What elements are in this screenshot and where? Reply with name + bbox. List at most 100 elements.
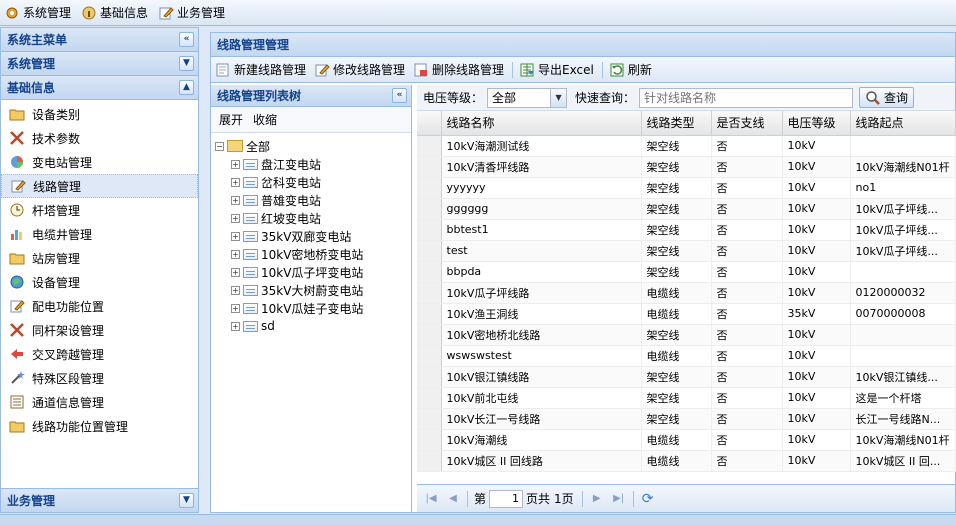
table-row[interactable]: 10kV清香坪线路 架空线否 10kV 10kV海潮线N01杆 <box>417 156 956 178</box>
delete-line-button[interactable]: 删除线路管理 <box>413 61 504 78</box>
export-excel-button[interactable]: 导出Excel <box>519 61 594 78</box>
table-row[interactable]: yyyyyy 架空线否 10kV no1 <box>417 177 956 199</box>
cell-is-branch: 否 <box>711 429 783 451</box>
sidebar-item-crossing[interactable]: 交叉跨越管理 <box>1 342 198 366</box>
sidebar-item-distribution-location[interactable]: 配电功能位置 <box>1 294 198 318</box>
chevron-down-icon[interactable]: ▼ <box>179 56 194 71</box>
cell-line-name: 10kV银江镇线路 <box>441 366 642 388</box>
table-row[interactable]: bbpda 架空线否 10kV <box>417 261 956 283</box>
collapse-tree-button[interactable]: « <box>392 88 407 103</box>
sidebar-basic-header[interactable]: 基础信息 ▲ <box>1 76 198 100</box>
cell-start-point: 10kV海潮线N01杆 <box>850 429 956 451</box>
tree-node-label: 35kV大树蔚变电站 <box>261 283 364 298</box>
table-row[interactable]: 10kV海潮线 电缆线否 10kV 10kV海潮线N01杆 <box>417 429 956 451</box>
column-header-start-point[interactable]: 线路起点 <box>850 111 956 136</box>
sidebar-item-special-section[interactable]: 特殊区段管理 <box>1 366 198 390</box>
column-header-line-name[interactable]: 线路名称 <box>441 111 642 136</box>
page-number-input[interactable] <box>489 489 524 508</box>
next-page-icon[interactable]: ▶ <box>589 491 605 507</box>
prev-page-icon[interactable]: ◀ <box>445 491 461 507</box>
search-bar: 电压等级： 全部 ▼ 快速查询： 查询 <box>417 85 955 111</box>
table-row[interactable]: wswswstest 电缆线否 10kV <box>417 345 956 367</box>
tree-node[interactable]: + 盘江变电站 <box>215 155 411 173</box>
tree-expand-toggle[interactable]: + <box>231 249 240 259</box>
sidebar-system-header[interactable]: 系统管理 ▼ <box>1 52 198 76</box>
tree-expand-toggle[interactable]: + <box>231 159 240 169</box>
tree-collapse-toggle[interactable]: − <box>215 141 224 151</box>
voltage-select[interactable]: 全部 ▼ <box>487 87 568 108</box>
tree-node[interactable]: + 岔科变电站 <box>215 173 411 191</box>
first-page-icon[interactable]: |◀ <box>423 491 439 507</box>
tree-header: 线路管理列表树 « <box>211 85 411 107</box>
chevron-down-icon[interactable]: ▼ <box>550 88 567 107</box>
table-row[interactable]: 10kV城区 II 回线路 电缆线否 10kV 10kV城区 II 回... <box>417 450 956 472</box>
cell-voltage: 10kV <box>782 198 851 220</box>
search-button-label: 查询 <box>884 91 909 105</box>
tree-expand-toggle[interactable]: + <box>231 285 240 295</box>
tree-expand-toggle[interactable]: + <box>231 267 240 277</box>
top-menu-bar: 系统管理 基础信息 业务管理 <box>0 0 956 26</box>
sidebar-item-label: 变电站管理 <box>32 155 93 170</box>
column-header-is-branch[interactable]: 是否支线 <box>711 111 783 136</box>
search-button[interactable]: 查询 <box>859 87 915 108</box>
cell-start-point: 10kV瓜子坪线... <box>850 240 956 262</box>
tree-expand-toggle[interactable]: + <box>231 177 240 187</box>
chevron-up-icon[interactable]: ▲ <box>179 80 194 95</box>
tree-expand-toggle[interactable]: + <box>231 321 240 331</box>
collapse-all-button[interactable]: 收缩 <box>253 111 277 128</box>
tree-expand-toggle[interactable]: + <box>231 195 240 205</box>
sidebar-item-line[interactable]: 线路管理 <box>1 174 198 198</box>
tree-node[interactable]: + 普雄变电站 <box>215 191 411 209</box>
sidebar-item-device-category[interactable]: 设备类别 <box>1 102 198 126</box>
tree-node[interactable]: + 红坡变电站 <box>215 209 411 227</box>
sidebar-item-tech-params[interactable]: 技术参数 <box>1 126 198 150</box>
table-row[interactable]: 10kV瓜子坪线路 电缆线否 10kV 0120000032 <box>417 282 956 304</box>
column-header-line-type[interactable]: 线路类型 <box>641 111 712 136</box>
node-list-icon <box>243 212 258 224</box>
table-row[interactable]: bbtest1 架空线否 10kV 10kV瓜子坪线... <box>417 219 956 241</box>
tree-node[interactable]: +35kV大树蔚变电站 <box>215 281 411 299</box>
tree-node[interactable]: +10kV密地桥变电站 <box>215 245 411 263</box>
tree-node[interactable]: + sd <box>215 317 411 335</box>
expand-all-button[interactable]: 展开 <box>219 111 243 128</box>
table-row[interactable]: 10kV银江镇线路 架空线否 10kV 10kV银江镇线... <box>417 366 956 388</box>
sidebar-item-channel-info[interactable]: 通道信息管理 <box>1 390 198 414</box>
table-row[interactable]: gggggg 架空线否 10kV 10kV瓜子坪线... <box>417 198 956 220</box>
tree-expand-toggle[interactable]: + <box>231 303 240 313</box>
table-row[interactable]: 10kV前北屯线 架空线否 10kV 这是一个杆塔 <box>417 387 956 409</box>
table-row[interactable]: 10kV海潮测试线 架空线否 10kV <box>417 135 956 157</box>
sidebar-item-device[interactable]: 设备管理 <box>1 270 198 294</box>
tree-expand-toggle[interactable]: + <box>231 213 240 223</box>
cell-voltage: 10kV <box>782 177 851 199</box>
sidebar-item-same-pole[interactable]: 同杆架设管理 <box>1 318 198 342</box>
column-header-voltage[interactable]: 电压等级 <box>782 111 851 136</box>
sidebar-item-label: 线路管理 <box>33 179 82 194</box>
table-row[interactable]: 10kV密地桥北线路 架空线否 10kV <box>417 324 956 346</box>
cell-line-type: 电缆线 <box>641 303 712 325</box>
sidebar-item-cable-well[interactable]: 电缆井管理 <box>1 222 198 246</box>
chevron-down-icon[interactable]: ▼ <box>179 493 194 508</box>
search-input[interactable] <box>639 87 854 108</box>
table-row[interactable]: 10kV长江一号线路 架空线否 10kV 长江一号线路N... <box>417 408 956 430</box>
new-line-button[interactable]: 新建线路管理 <box>215 61 306 78</box>
tree-node[interactable]: +35kV双廊变电站 <box>215 227 411 245</box>
sidebar-item-tower[interactable]: 杆塔管理 <box>1 198 198 222</box>
sidebar-item-substation[interactable]: 变电站管理 <box>1 150 198 174</box>
refresh-icon[interactable]: ⟳ <box>640 491 656 507</box>
top-menu-business[interactable]: 业务管理 <box>158 2 225 24</box>
last-page-icon[interactable]: ▶| <box>611 491 627 507</box>
sidebar-business-header[interactable]: 业务管理 ▼ <box>1 488 198 512</box>
edit-line-button[interactable]: 修改线路管理 <box>314 61 405 78</box>
table-row[interactable]: 10kV渔王洞线 电缆线否 35kV 0070000008 <box>417 303 956 325</box>
tree-expand-toggle[interactable]: + <box>231 231 240 241</box>
refresh-button[interactable]: 刷新 <box>609 61 652 78</box>
tree-node[interactable]: +10kV瓜子坪变电站 <box>215 263 411 281</box>
sidebar-item-line-location[interactable]: 线路功能位置管理 <box>1 414 198 438</box>
tree-node[interactable]: +10kV瓜娃子变电站 <box>215 299 411 317</box>
tree-node-root[interactable]: − 全部 <box>215 137 411 155</box>
collapse-sidebar-button[interactable]: « <box>179 32 194 47</box>
top-menu-system[interactable]: 系统管理 <box>4 2 71 24</box>
top-menu-basic-info[interactable]: 基础信息 <box>81 2 148 24</box>
table-row[interactable]: test 架空线否 10kV 10kV瓜子坪线... <box>417 240 956 262</box>
sidebar-item-station-room[interactable]: 站房管理 <box>1 246 198 270</box>
